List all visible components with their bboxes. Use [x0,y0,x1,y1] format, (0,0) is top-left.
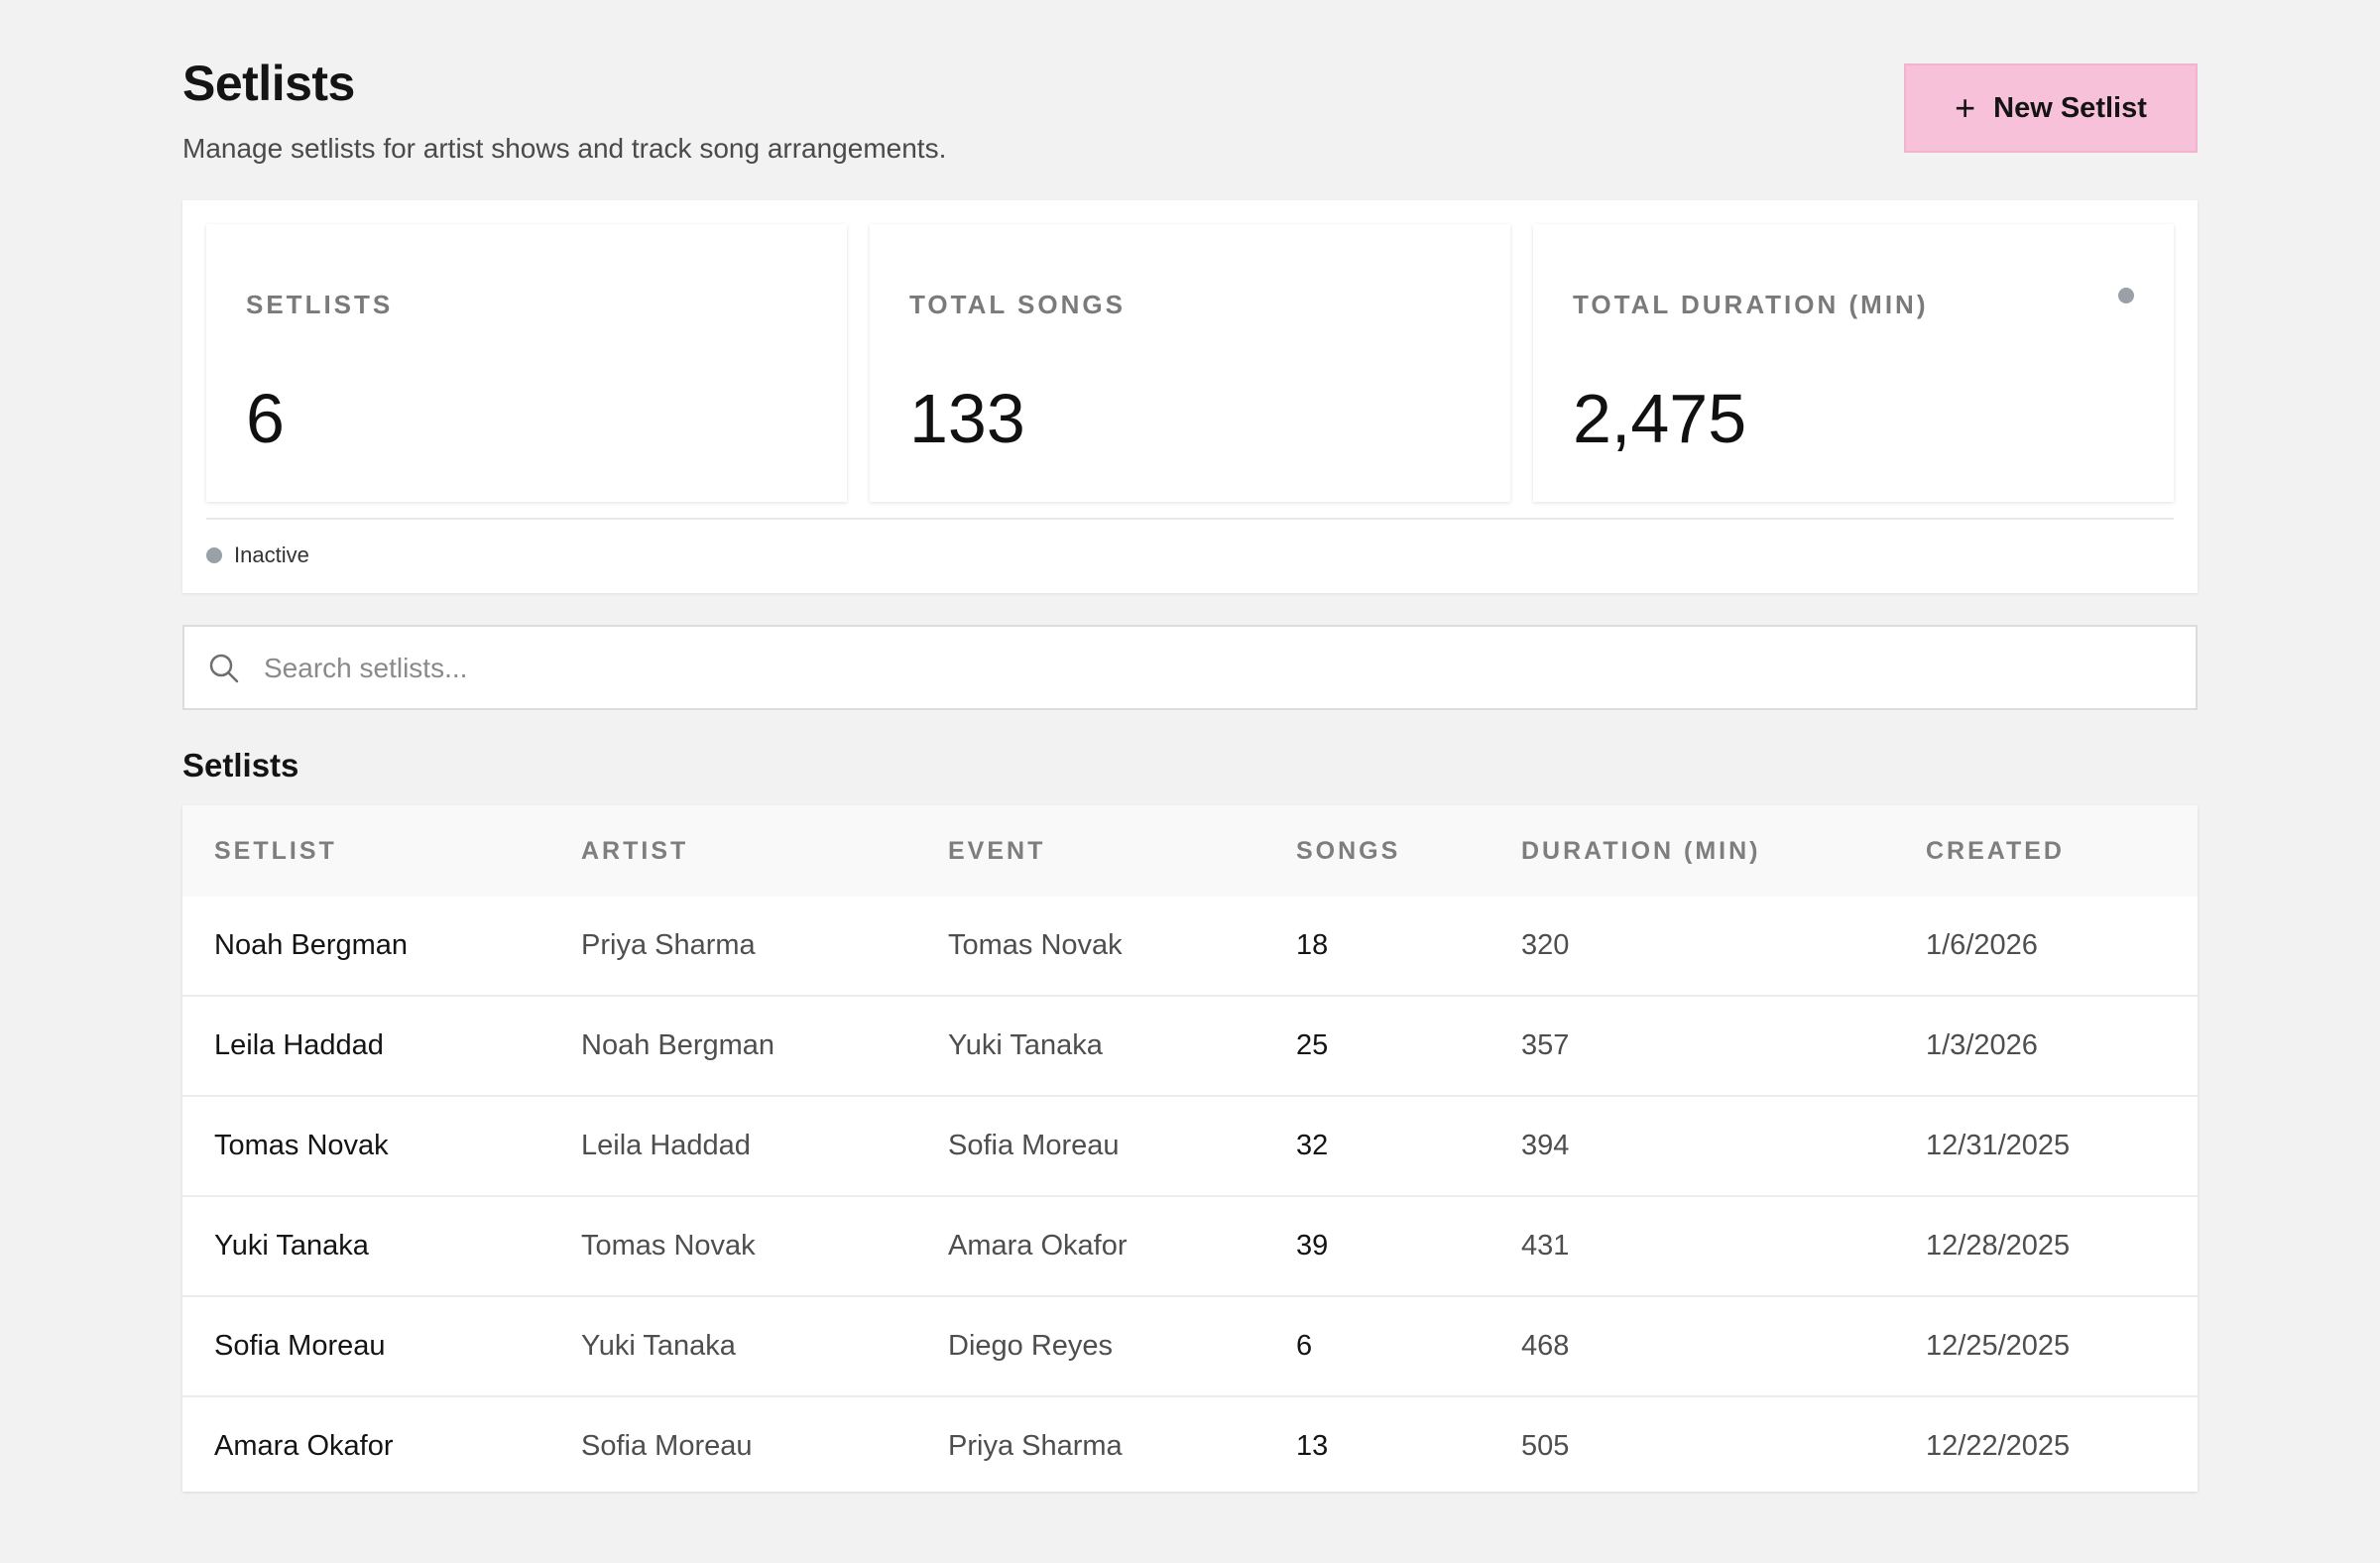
page-subtitle: Manage setlists for artist shows and tra… [182,133,947,164]
column-header-duration[interactable]: DURATION (MIN) [1489,805,1894,897]
setlists-table: SETLIST ARTIST EVENT SONGS DURATION (MIN… [182,805,2198,1496]
stat-value: 133 [909,380,1025,457]
cell-duration: 357 [1489,995,1894,1096]
table-row[interactable]: Noah Bergman Priya Sharma Tomas Novak 18… [182,897,2198,996]
section-title: Setlists [182,747,299,783]
page: Setlists Manage setlists for artist show… [0,0,2380,1563]
cell-artist: Priya Sharma [581,929,756,961]
cell-songs: 25 [1264,995,1489,1096]
status-legend: Inactive [206,538,309,573]
cell-artist: Noah Bergman [549,995,916,1096]
cell-duration: 505 [1489,1395,1894,1496]
cell-duration: 320 [1521,929,1570,961]
cell-created: 1/3/2026 [1894,995,2198,1096]
stat-value: 6 [246,380,285,457]
cell-duration: 431 [1489,1195,1894,1296]
cell-artist: Yuki Tanaka [549,1295,916,1396]
legend-dot [206,547,222,563]
table-row[interactable]: Yuki Tanaka Tomas Novak Amara Okafor 39 … [182,1195,2198,1296]
cell-songs: 13 [1264,1395,1489,1496]
search-input[interactable] [262,627,2150,710]
column-header-songs[interactable]: SONGS [1264,805,1489,897]
page-header: Setlists Manage setlists for artist show… [182,54,2198,164]
cell-setlist: Sofia Moreau [182,1295,549,1396]
status-dot [2118,288,2134,303]
legend-label: Inactive [234,542,309,567]
table-row[interactable]: Tomas Novak Leila Haddad Sofia Moreau 32… [182,1095,2198,1196]
table-header-row: SETLIST ARTIST EVENT SONGS DURATION (MIN… [182,805,2198,897]
cell-created: 12/22/2025 [1894,1395,2198,1496]
new-setlist-button[interactable]: + New Setlist [1904,63,2198,153]
cell-created: 1/6/2026 [1926,929,2038,961]
cell-songs: 32 [1264,1095,1489,1196]
stat-card-total-duration: TOTAL DURATION (MIN) 2,475 [1533,224,2174,502]
cell-artist: Leila Haddad [549,1095,916,1196]
table-row[interactable]: Amara Okafor Sofia Moreau Priya Sharma 1… [182,1395,2198,1496]
cell-songs: 39 [1264,1195,1489,1296]
search-icon [209,654,239,683]
new-setlist-button-label: New Setlist [1993,91,2147,124]
column-header-event[interactable]: EVENT [916,805,1264,897]
cell-created: 12/25/2025 [1894,1295,2198,1396]
cell-event: Priya Sharma [916,1395,1264,1496]
cell-songs: 18 [1296,929,1329,961]
stats-panel: SETLISTS 6 TOTAL SONGS 133 TOTAL DURATIO… [182,200,2198,593]
cell-event: Yuki Tanaka [916,995,1264,1096]
stat-label: TOTAL SONGS [909,290,1126,319]
search-bar[interactable] [182,625,2198,710]
stat-card-total-songs: TOTAL SONGS 133 [870,224,1510,502]
cell-artist: Tomas Novak [549,1195,916,1296]
cell-setlist: Yuki Tanaka [182,1195,549,1296]
cell-setlist: Noah Bergman [214,929,409,961]
cell-songs: 6 [1264,1295,1489,1396]
table-row[interactable]: Leila Haddad Noah Bergman Yuki Tanaka 25… [182,995,2198,1096]
cell-event: Diego Reyes [916,1295,1264,1396]
cell-duration: 468 [1489,1295,1894,1396]
cell-artist: Sofia Moreau [549,1395,916,1496]
column-header-setlist[interactable]: SETLIST [182,805,549,897]
cell-setlist: Tomas Novak [182,1095,549,1196]
stat-label: TOTAL DURATION (MIN) [1573,290,1929,319]
plus-icon: + [1955,87,1976,128]
cell-event: Sofia Moreau [916,1095,1264,1196]
stat-label: SETLISTS [246,290,394,319]
stat-value: 2,475 [1573,380,1747,457]
cell-event: Amara Okafor [916,1195,1264,1296]
column-header-created[interactable]: CREATED [1894,805,2198,897]
cell-setlist: Amara Okafor [182,1395,549,1496]
cell-event: Tomas Novak [948,929,1123,961]
table-row[interactable]: Sofia Moreau Yuki Tanaka Diego Reyes 6 4… [182,1295,2198,1396]
stat-card-setlists: SETLISTS 6 [206,224,847,502]
cell-created: 12/31/2025 [1894,1095,2198,1196]
cell-setlist: Leila Haddad [182,995,549,1096]
divider [206,518,2174,520]
page-title: Setlists [182,56,355,111]
column-header-artist[interactable]: ARTIST [549,805,916,897]
cell-created: 12/28/2025 [1894,1195,2198,1296]
cell-duration: 394 [1489,1095,1894,1196]
